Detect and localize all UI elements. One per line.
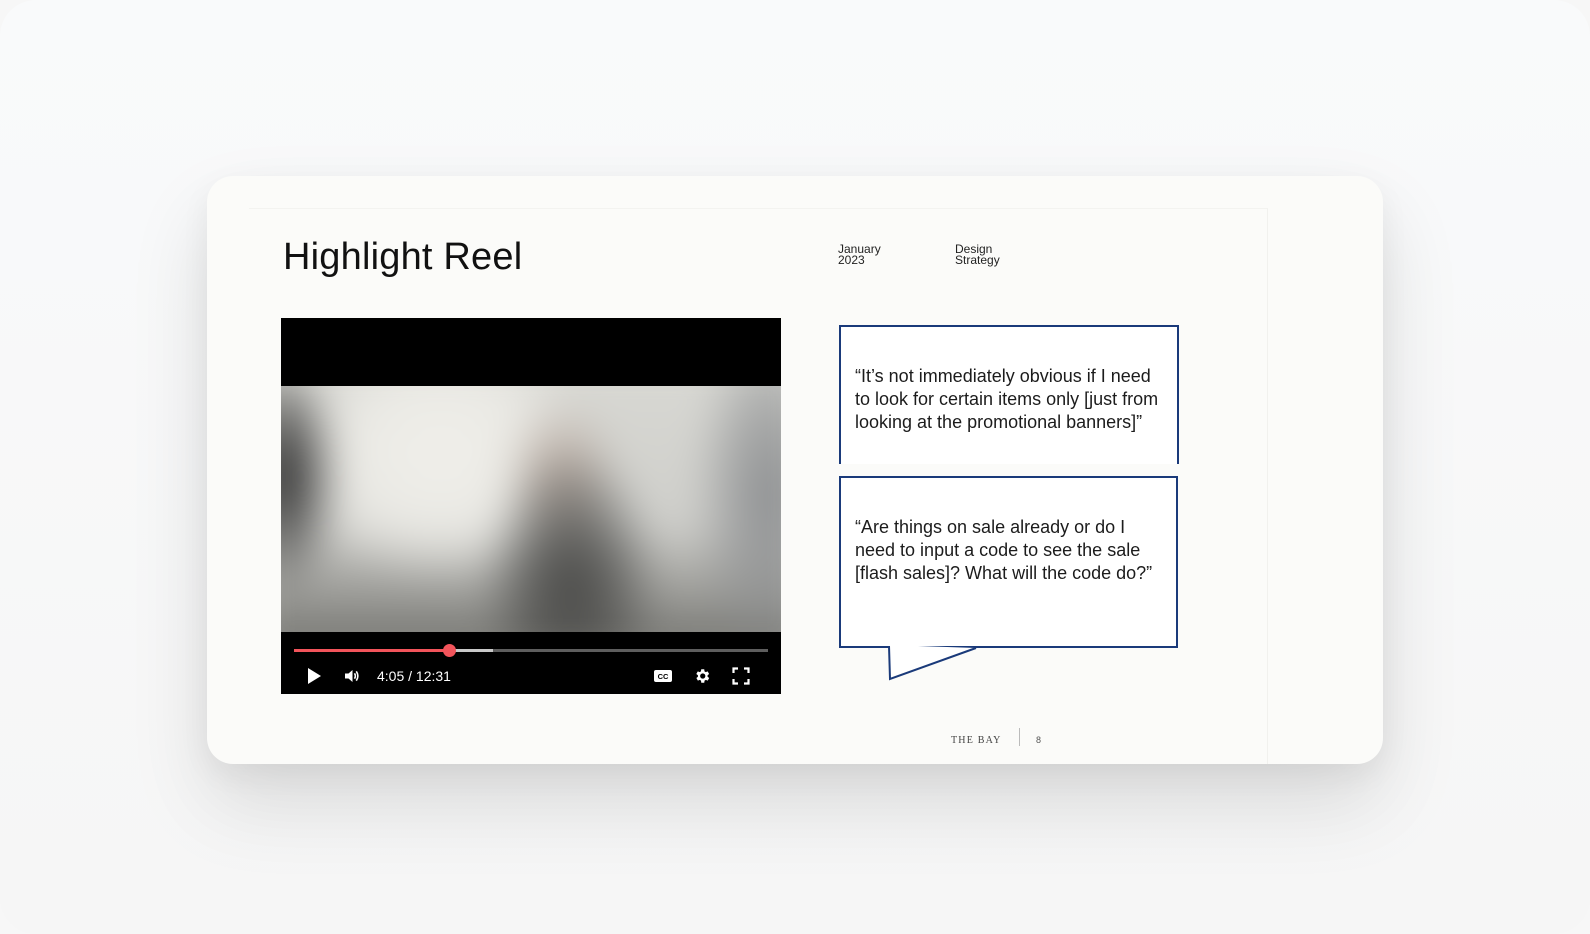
seek-knob[interactable] — [442, 644, 456, 657]
settings-button[interactable] — [691, 666, 713, 686]
slide-title: Highlight Reel — [283, 236, 523, 278]
gear-icon — [696, 669, 710, 683]
captions-button[interactable]: CC — [652, 666, 674, 686]
volume-button[interactable] — [341, 666, 363, 686]
slide: Highlight Reel January 2023 Design Strat… — [207, 176, 1383, 764]
fullscreen-button[interactable] — [730, 666, 752, 686]
play-button[interactable] — [303, 666, 325, 686]
video-player[interactable]: 4:05 / 12:31 CC — [281, 318, 781, 694]
fullscreen-icon — [732, 667, 750, 685]
page-number: 8 — [1036, 735, 1042, 745]
volume-icon — [345, 670, 359, 682]
closed-captions-icon: CC — [654, 670, 672, 682]
blurred-video-content — [281, 386, 781, 632]
footer-divider — [1019, 728, 1020, 746]
play-icon — [308, 668, 321, 684]
seek-bar[interactable] — [294, 644, 768, 657]
quote-text: “It’s not immediately obvious if I need … — [855, 366, 1159, 432]
slide-department: Design Strategy — [955, 242, 1000, 267]
quote-text: “Are things on sale already or do I need… — [855, 517, 1153, 583]
time-display: 4:05 / 12:31 — [377, 668, 451, 684]
video-frame[interactable] — [281, 386, 781, 632]
brand-logo: THE BAY — [951, 735, 1002, 746]
video-controls-bar: 4:05 / 12:31 CC — [281, 632, 781, 694]
speech-bubble-tail — [888, 645, 977, 681]
presentation-frame: Highlight Reel January 2023 Design Strat… — [0, 0, 1590, 934]
captions-label: CC — [658, 672, 669, 681]
slide-date: January 2023 — [838, 242, 881, 267]
played-bar — [294, 649, 449, 652]
quote-bubble: “Are things on sale already or do I need… — [839, 476, 1178, 648]
quote-card: “It’s not immediately obvious if I need … — [839, 325, 1179, 464]
